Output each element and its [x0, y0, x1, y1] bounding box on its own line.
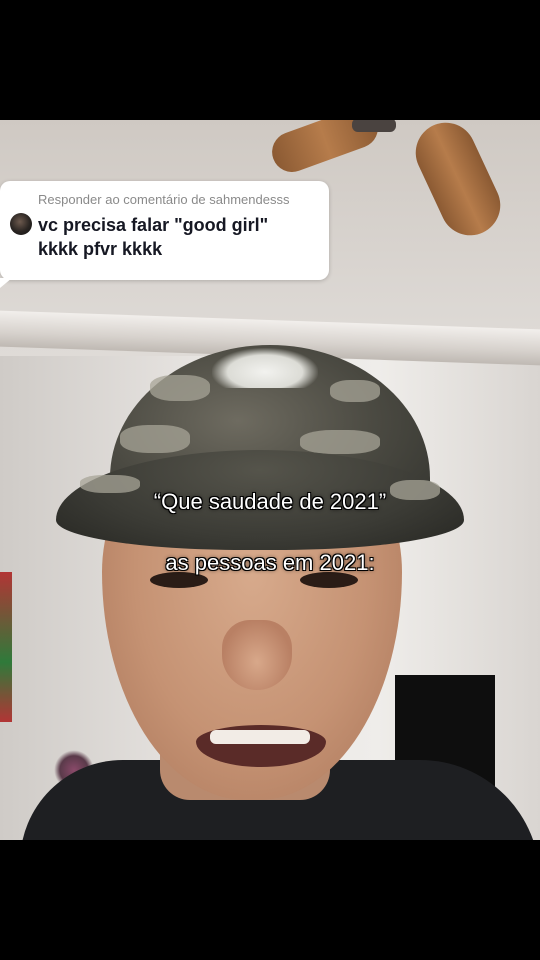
ceiling-fan-hub [352, 120, 396, 132]
reply-comment-bubble[interactable]: Responder ao comentário de sahmendesss v… [0, 181, 329, 288]
person-teeth [210, 730, 310, 744]
caption-line-2: as pessoas em 2021: [165, 550, 375, 575]
reply-header: Responder ao comentário de sahmendesss [38, 192, 290, 207]
cap-camo-pattern [120, 425, 190, 453]
reply-line-2: kkkk pfvr kkkk [38, 239, 163, 259]
person-nose [222, 620, 292, 690]
cap-logo [212, 348, 318, 388]
cap-camo-pattern [150, 375, 210, 401]
commenter-avatar-icon[interactable] [10, 213, 32, 235]
video-frame: Responder ao comentário de sahmendesss v… [0, 0, 540, 960]
reply-body: vc precisa falar "good girl" kkkk pfvr k… [10, 213, 315, 261]
cap-camo-pattern [330, 380, 380, 402]
reply-comment-text: vc precisa falar "good girl" kkkk pfvr k… [38, 213, 268, 261]
reply-line-1: vc precisa falar "good girl" [38, 215, 269, 235]
ceiling-fan-blade-right [405, 120, 511, 246]
wall-picture [0, 572, 12, 722]
cap-camo-pattern [300, 430, 380, 454]
caption-line-1: “Que saudade de 2021” [153, 489, 387, 514]
